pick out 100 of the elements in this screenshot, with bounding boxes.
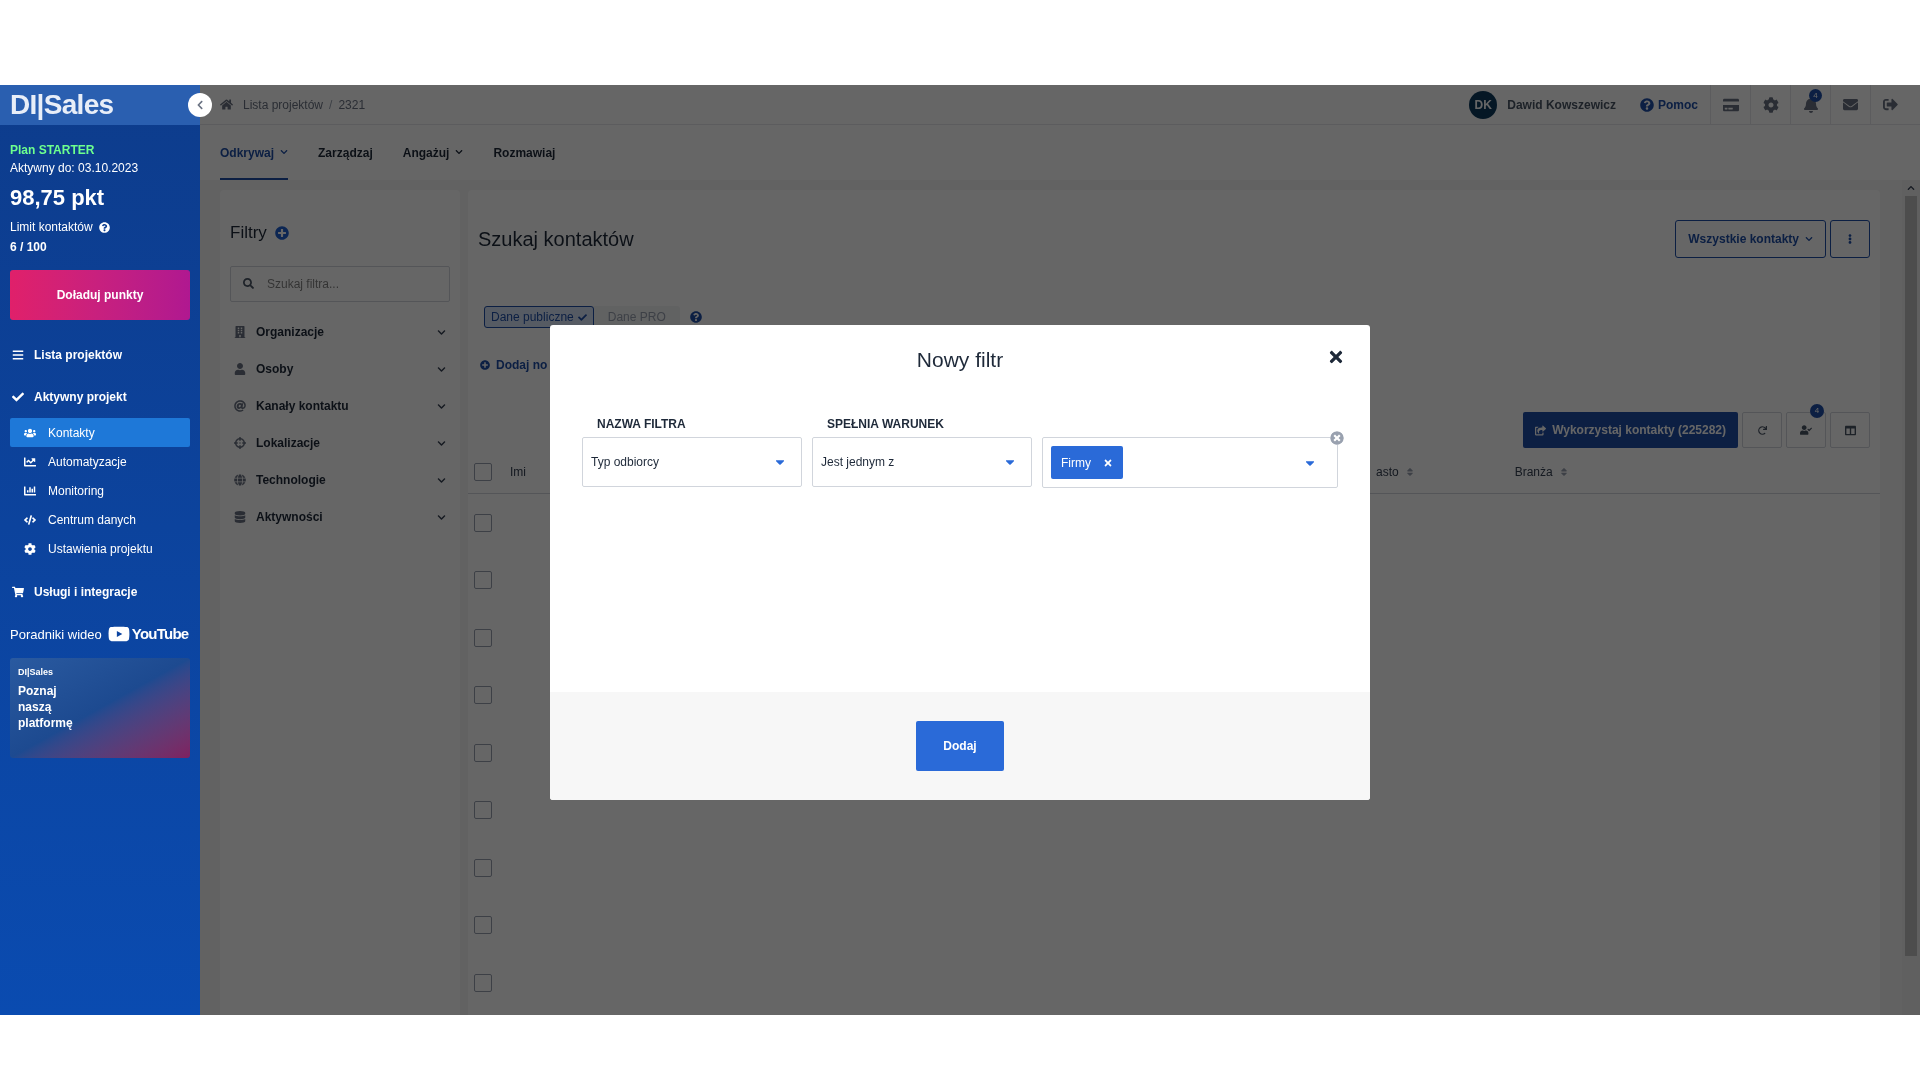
row-checkbox[interactable] bbox=[474, 686, 492, 705]
notification-badge: 4 bbox=[1809, 89, 1822, 102]
nav-tab[interactable]: Zarządzaj bbox=[318, 140, 373, 180]
clear-icon[interactable] bbox=[1330, 431, 1344, 445]
nav-subitem[interactable]: Monitoring bbox=[10, 476, 190, 505]
building-icon bbox=[234, 326, 246, 338]
globe-icon bbox=[234, 474, 246, 486]
view-dropdown-button[interactable]: Wszystkie kontakty bbox=[1675, 220, 1826, 258]
video-label: Poradniki wideo bbox=[10, 625, 102, 644]
user-name[interactable]: Dawid Kowszewicz bbox=[1507, 95, 1616, 114]
row-checkbox[interactable] bbox=[474, 916, 492, 935]
help-icon bbox=[98, 221, 110, 233]
filter-group[interactable]: Kanały kontaktu bbox=[230, 387, 450, 425]
row-checkbox[interactable] bbox=[474, 513, 492, 532]
user-check-icon bbox=[1800, 424, 1812, 436]
home-icon[interactable] bbox=[220, 98, 233, 111]
filter-group[interactable]: Aktywności bbox=[230, 498, 450, 536]
promo-brand: DI|Sales bbox=[18, 665, 55, 679]
nav-subitem[interactable]: Automatyzacje bbox=[10, 447, 190, 476]
share-icon bbox=[1535, 424, 1547, 436]
menu-icon bbox=[12, 349, 24, 361]
help-button[interactable]: Pomoc bbox=[1640, 95, 1698, 114]
columns-button[interactable] bbox=[1830, 412, 1870, 448]
sort-icon[interactable] bbox=[1404, 466, 1415, 477]
sort-icon[interactable] bbox=[1558, 466, 1569, 477]
person-icon bbox=[234, 363, 246, 375]
nav-section[interactable]: Lista projektów bbox=[0, 334, 200, 376]
filter-group[interactable]: Osoby bbox=[230, 350, 450, 388]
active-until: Aktywny do: 03.10.2023 bbox=[10, 160, 140, 177]
points: 98,75 pkt bbox=[10, 184, 106, 212]
row-checkbox[interactable] bbox=[474, 628, 492, 647]
nav-tab[interactable]: Rozmawiaj bbox=[493, 140, 556, 180]
multi-select-field[interactable]: Firmy bbox=[1042, 437, 1338, 488]
topup-button[interactable]: Doładuj punkty bbox=[10, 270, 190, 320]
nav-section[interactable]: Usługi i integracje bbox=[0, 571, 200, 613]
card-icon[interactable] bbox=[1722, 96, 1739, 113]
column-header[interactable]: Branża bbox=[1514, 462, 1553, 481]
plan-label: Plan STARTER bbox=[10, 142, 96, 159]
chevron-down-icon bbox=[1805, 235, 1813, 243]
nav-tab[interactable]: Angażuj bbox=[402, 140, 464, 180]
filter-group[interactable]: Organizacje bbox=[230, 313, 450, 351]
row-checkbox[interactable] bbox=[474, 973, 492, 992]
filters-title: Filtry bbox=[230, 222, 267, 244]
row-checkbox[interactable] bbox=[474, 462, 492, 481]
breadcrumb-separator: / bbox=[329, 96, 333, 114]
select-field[interactable]: Typ odbiorcy bbox=[582, 437, 802, 487]
chevron-down-icon bbox=[437, 438, 446, 448]
trend-line-icon bbox=[24, 455, 36, 468]
database-icon bbox=[234, 511, 246, 523]
nav-subitem[interactable]: Ustawienia projektu bbox=[10, 534, 190, 563]
chevron-down-icon bbox=[437, 327, 446, 337]
youtube-logo: YouTube bbox=[107, 623, 189, 646]
help-icon bbox=[1640, 97, 1654, 112]
logo: DI|Sales bbox=[10, 88, 114, 122]
filter-group[interactable]: Lokalizacje bbox=[230, 424, 450, 462]
search-icon bbox=[243, 277, 254, 289]
row-checkbox[interactable] bbox=[474, 801, 492, 820]
code-icon bbox=[24, 513, 36, 526]
nav-subitem[interactable]: Kontakty bbox=[10, 418, 190, 447]
people-icon bbox=[24, 426, 36, 439]
check-icon bbox=[12, 391, 24, 403]
add-button[interactable]: Dodaj bbox=[916, 721, 1004, 771]
row-checkbox[interactable] bbox=[474, 743, 492, 762]
logout-icon[interactable] bbox=[1883, 97, 1898, 112]
breadcrumb-item[interactable]: Lista projektów bbox=[243, 95, 324, 114]
columns-icon bbox=[1844, 424, 1856, 436]
dialog-title: Nowy filtr bbox=[916, 347, 1004, 374]
row-checkbox[interactable] bbox=[474, 858, 492, 877]
promo-banner[interactable]: DI|Sales Poznaj naszą platformę bbox=[10, 657, 190, 758]
chevron-down-icon bbox=[437, 512, 446, 522]
row-checkbox[interactable] bbox=[474, 571, 492, 590]
settings-icon bbox=[24, 542, 36, 555]
mail-icon[interactable] bbox=[1843, 97, 1858, 112]
settings-icon[interactable] bbox=[1762, 96, 1779, 113]
remove-icon[interactable] bbox=[1103, 457, 1113, 468]
close-icon bbox=[1327, 348, 1345, 366]
nav-subitem[interactable]: Centrum danych bbox=[10, 505, 190, 534]
page-title: Szukaj kontaktów bbox=[478, 227, 634, 252]
help-icon[interactable] bbox=[689, 311, 702, 323]
refresh-button[interactable] bbox=[1742, 412, 1782, 448]
limit-value: 6 / 100 bbox=[10, 239, 48, 256]
more-button[interactable] bbox=[1830, 220, 1870, 258]
use-contacts-button[interactable]: Wykorzystaj kontakty (225282) bbox=[1523, 412, 1738, 448]
promo-text: Poznaj naszą platformę bbox=[18, 683, 74, 731]
chevron-left-icon bbox=[195, 100, 205, 110]
add-filter-icon[interactable] bbox=[274, 225, 289, 240]
refresh-icon bbox=[1757, 425, 1767, 435]
select-field[interactable]: Jest jednym z bbox=[812, 437, 1032, 487]
nav-tab[interactable]: Odkrywaj bbox=[220, 140, 289, 180]
selected-chip[interactable]: Firmy bbox=[1051, 446, 1123, 479]
add-link[interactable]: Dodaj no bbox=[496, 356, 548, 374]
column-header[interactable]: asto bbox=[1376, 462, 1399, 481]
column-header[interactable]: Imi bbox=[510, 462, 526, 481]
data-source-toggle[interactable]: Dane publiczne bbox=[484, 306, 594, 328]
scroll-up-icon[interactable] bbox=[1907, 184, 1915, 192]
user-avatar[interactable]: DK bbox=[1469, 90, 1498, 119]
nav-section[interactable]: Aktywny projekt bbox=[0, 376, 200, 418]
breadcrumb-item[interactable]: 2321 bbox=[338, 95, 366, 114]
filter-group[interactable]: Technologie bbox=[230, 461, 450, 499]
check-icon bbox=[577, 312, 587, 322]
